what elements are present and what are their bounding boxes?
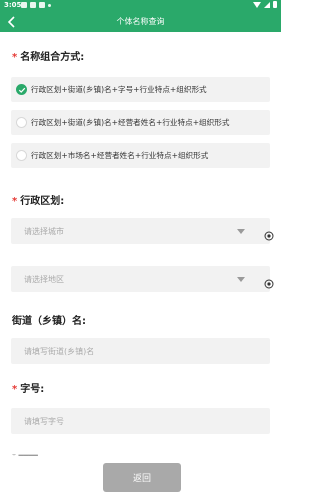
name-format-option-2[interactable]: 行政区划+街道(乡镇)名+经营者姓名+行业特点+组织形式 — [11, 110, 270, 135]
next-section-label-partial: * ━━━━ — [12, 454, 38, 460]
street-input[interactable] — [11, 338, 270, 364]
brand-label: 字号: — [20, 384, 45, 395]
radio-unchecked-icon — [16, 117, 27, 128]
signal-icon — [264, 1, 270, 8]
clear-icon[interactable] — [264, 274, 274, 289]
system-icons — [253, 1, 277, 8]
brand-input[interactable] — [11, 408, 270, 434]
status-time: 3:05 — [4, 1, 22, 9]
battery-icon — [273, 1, 277, 8]
radio-unchecked-icon — [16, 150, 27, 161]
option-text: 行政区划+街道(乡镇)名+字号+行业特点+组织形式 — [31, 85, 207, 94]
name-format-option-3[interactable]: 行政区划+市场名+经营者姓名+行业特点+组织形式 — [11, 143, 270, 168]
district-select[interactable]: 请选择地区 — [11, 266, 274, 292]
brand-label-row: * 字号: — [12, 380, 44, 395]
required-asterisk: * — [12, 52, 18, 63]
download-icon — [48, 4, 51, 7]
admin-division-label: 行政区划: — [20, 196, 65, 207]
admin-division-label-row: * 行政区划: — [12, 192, 64, 207]
dropdown-arrow-icon — [237, 277, 245, 282]
district-select-placeholder: 请选择地区 — [24, 275, 64, 284]
radio-checked-icon — [16, 84, 27, 95]
clear-icon[interactable] — [264, 226, 274, 241]
notification-icon — [30, 2, 36, 8]
street-label: 街道（乡镇）名: — [12, 316, 86, 327]
name-format-label-row: * 名称组合方式: — [12, 48, 84, 63]
page-title: 个体名称查询 — [116, 17, 165, 26]
name-format-label: 名称组合方式: — [20, 52, 85, 63]
required-asterisk: * — [12, 196, 18, 207]
option-text: 行政区划+市场名+经营者姓名+行业特点+组织形式 — [31, 151, 209, 160]
wifi-icon — [253, 1, 261, 8]
notification-icons — [21, 2, 51, 8]
status-bar: 3:05 — [0, 0, 281, 12]
return-button[interactable]: 返回 — [103, 463, 181, 492]
required-asterisk: * — [12, 384, 18, 395]
name-format-option-1[interactable]: 行政区划+街道(乡镇)名+字号+行业特点+组织形式 — [11, 77, 270, 102]
city-select[interactable]: 请选择城市 — [11, 218, 274, 244]
app-header: 个体名称查询 — [0, 12, 281, 32]
option-text: 行政区划+街道(乡镇)名+经营者姓名+行业特点+组织形式 — [31, 118, 230, 127]
notification-icon — [21, 2, 27, 8]
dropdown-arrow-icon — [237, 229, 245, 234]
notification-icon — [39, 2, 45, 8]
city-select-placeholder: 请选择城市 — [24, 227, 64, 236]
street-label-row: 街道（乡镇）名: — [12, 312, 86, 327]
